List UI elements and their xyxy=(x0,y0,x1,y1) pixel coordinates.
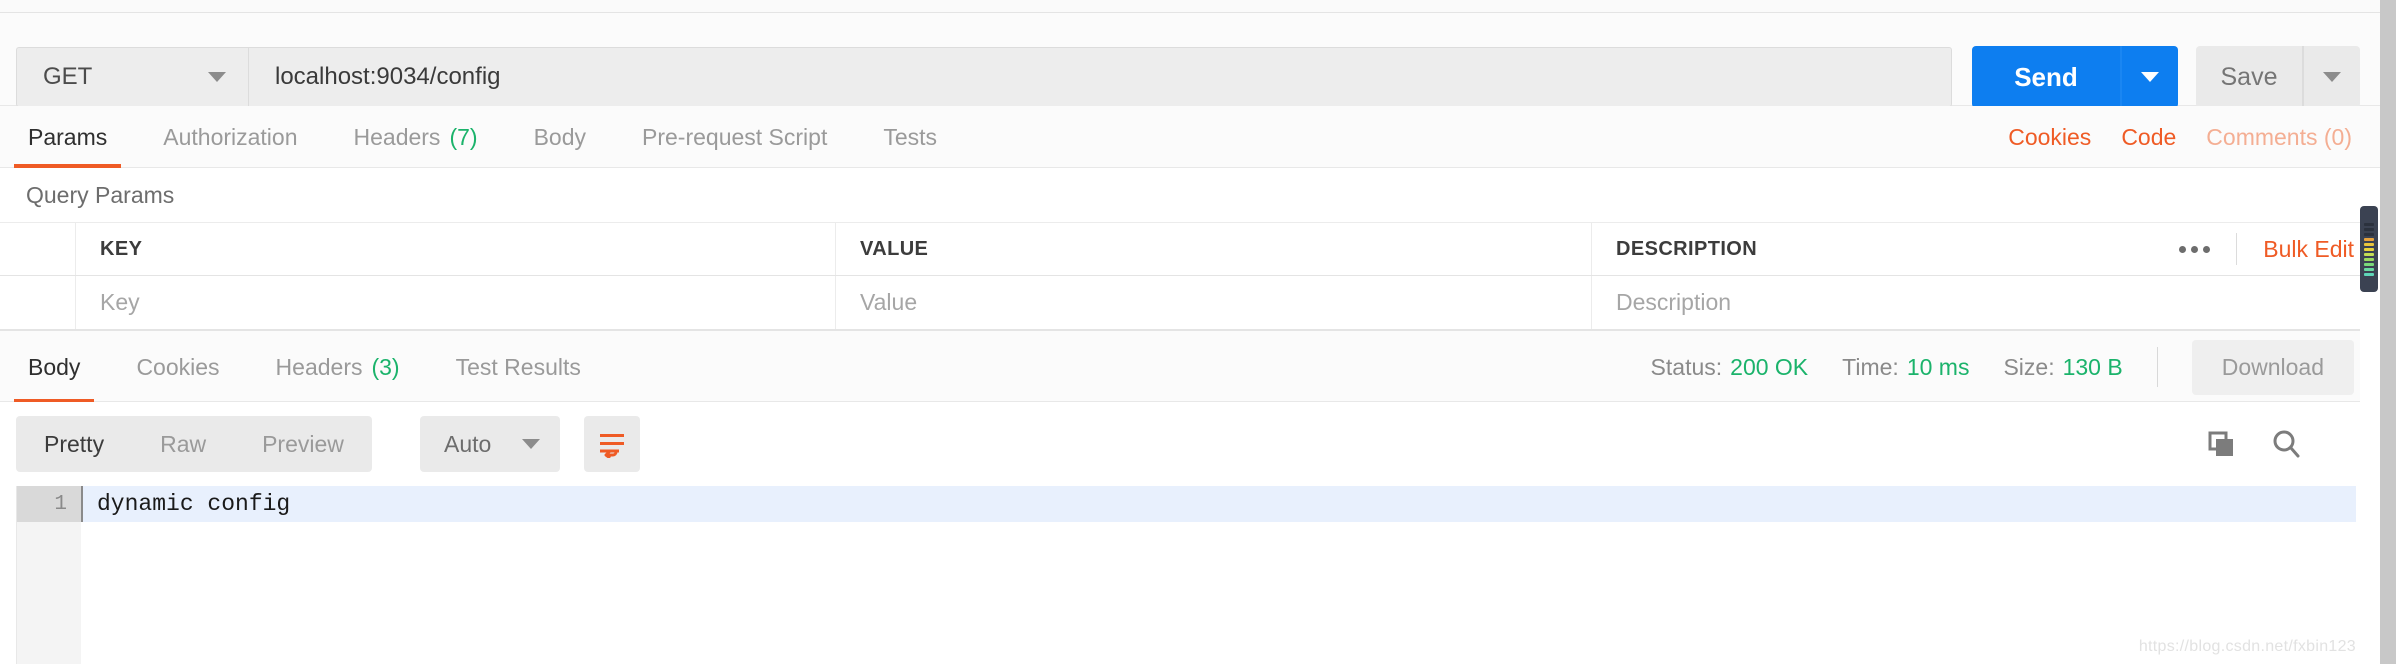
response-tab-bar: Body Cookies Headers (3) Test Results St… xyxy=(0,330,2380,403)
code-line: dynamic config xyxy=(81,486,2356,522)
divider xyxy=(2156,347,2158,387)
http-method-selector[interactable]: GET xyxy=(16,47,248,107)
view-mode-raw[interactable]: Raw xyxy=(132,416,234,472)
tab-headers[interactable]: Headers (7) xyxy=(326,106,506,168)
tab-count-badge: (3) xyxy=(371,353,400,380)
response-tab-headers[interactable]: Headers (3) xyxy=(248,331,428,403)
query-params-table-header: KEY VALUE DESCRIPTION Bulk Edit xyxy=(0,222,2380,276)
request-tab-actions: Cookies Code Comments (0) xyxy=(2008,106,2352,168)
wrap-lines-icon xyxy=(600,434,624,458)
response-tab-cookies[interactable]: Cookies xyxy=(108,331,247,403)
response-tab-body[interactable]: Body xyxy=(0,331,108,403)
tab-count-badge: (7) xyxy=(449,123,478,150)
http-method-label: GET xyxy=(43,63,93,90)
response-tab-test-results[interactable]: Test Results xyxy=(428,331,609,403)
param-key-input[interactable]: Key xyxy=(76,276,836,329)
view-mode-pretty[interactable]: Pretty xyxy=(16,416,132,472)
response-tab-list: Body Cookies Headers (3) Test Results xyxy=(0,331,609,403)
send-button[interactable]: Send xyxy=(1972,46,2120,108)
request-tab-bar: Params Authorization Headers (7) Body Pr… xyxy=(0,106,2380,168)
tab-tests[interactable]: Tests xyxy=(855,106,965,168)
code-link[interactable]: Code xyxy=(2121,124,2176,151)
response-meta: Status: 200 OK Time: 10 ms Size: 130 B Down… xyxy=(1651,331,2354,403)
tab-label: Headers xyxy=(353,123,441,150)
line-number: 1 xyxy=(17,486,81,522)
line-number-gutter: 1 xyxy=(17,486,81,664)
view-mode-preview[interactable]: Preview xyxy=(234,416,372,472)
column-label: VALUE xyxy=(860,237,929,260)
format-selector[interactable]: Auto xyxy=(420,416,560,472)
chevron-down-icon xyxy=(2141,72,2159,82)
column-header-key: KEY xyxy=(76,223,836,275)
param-value-placeholder: Value xyxy=(860,289,918,315)
size-badge: Size: 130 B xyxy=(2003,354,2122,381)
params-scrollbar-thumb[interactable] xyxy=(2360,206,2378,292)
tab-label: Params xyxy=(28,123,108,150)
tab-label: Body xyxy=(28,353,81,380)
column-label: KEY xyxy=(100,237,143,260)
param-description-input[interactable]: Description xyxy=(1592,276,2380,329)
postman-window: GET localhost:9034/config Send Save Para… xyxy=(0,0,2396,664)
table-header-tools: Bulk Edit xyxy=(2153,223,2354,275)
tab-label: Tests xyxy=(883,123,938,150)
ellipsis-icon[interactable] xyxy=(2153,233,2238,265)
cookies-link[interactable]: Cookies xyxy=(2008,124,2091,151)
chevron-down-icon xyxy=(2323,72,2341,82)
status-value: 200 OK xyxy=(1730,353,1809,380)
row-checkbox-cell[interactable] xyxy=(0,276,76,329)
column-header-description: DESCRIPTION Bulk Edit xyxy=(1592,223,2380,275)
watermark: https://blog.csdn.net/fxbin123 xyxy=(2138,638,2356,655)
wrap-lines-button[interactable] xyxy=(584,416,640,472)
response-body-toolbar: Pretty Raw Preview Auto xyxy=(0,402,2380,486)
format-label: Auto xyxy=(444,430,492,457)
search-icon xyxy=(2273,430,2300,458)
url-input[interactable]: localhost:9034/config xyxy=(248,47,1952,107)
status-badge: Status: 200 OK xyxy=(1651,354,1809,381)
bulk-edit-button[interactable]: Bulk Edit xyxy=(2237,236,2354,263)
size-label: Size: xyxy=(2003,353,2055,380)
chevron-down-icon xyxy=(522,439,540,449)
response-body-editor[interactable]: 1 dynamic config xyxy=(16,486,2356,664)
copy-icon xyxy=(2208,431,2233,456)
tab-authorization[interactable]: Authorization xyxy=(135,106,325,168)
tab-label: Body xyxy=(533,123,586,150)
column-header-value: VALUE xyxy=(836,223,1592,275)
save-options-button[interactable] xyxy=(2302,46,2360,108)
window-scrollbar[interactable] xyxy=(2380,0,2396,664)
tab-params[interactable]: Params xyxy=(0,106,135,168)
time-badge: Time: 10 ms xyxy=(1842,354,1969,381)
column-label: DESCRIPTION xyxy=(1616,237,1758,260)
response-body-actions xyxy=(2206,416,2302,472)
param-key-placeholder: Key xyxy=(100,289,140,315)
view-mode-group: Pretty Raw Preview xyxy=(16,416,372,472)
tab-label: Headers xyxy=(275,353,363,380)
chevron-down-icon xyxy=(208,72,226,82)
tab-label: Authorization xyxy=(163,123,298,150)
tab-pre-request-script[interactable]: Pre-request Script xyxy=(614,106,855,168)
save-button[interactable]: Save xyxy=(2196,46,2302,108)
tab-body[interactable]: Body xyxy=(506,106,614,168)
download-button[interactable]: Download xyxy=(2191,339,2354,395)
copy-button[interactable] xyxy=(2206,429,2236,459)
table-row: Key Value Description xyxy=(0,276,2380,330)
comments-link[interactable]: Comments (0) xyxy=(2206,124,2352,151)
param-description-placeholder: Description xyxy=(1616,289,1732,315)
request-tab-list: Params Authorization Headers (7) Body Pr… xyxy=(0,106,965,168)
tab-label: Test Results xyxy=(455,353,581,380)
query-params-title: Query Params xyxy=(0,168,2380,222)
send-options-button[interactable] xyxy=(2120,46,2178,108)
select-all-cell xyxy=(0,223,76,275)
time-value: 10 ms xyxy=(1906,353,1970,380)
tab-label: Pre-request Script xyxy=(642,123,828,150)
search-button[interactable] xyxy=(2270,428,2302,460)
tab-label: Cookies xyxy=(136,353,220,380)
param-value-input[interactable]: Value xyxy=(836,276,1592,329)
request-url-row: GET localhost:9034/config Send Save xyxy=(0,13,2380,108)
size-value: 130 B xyxy=(2062,353,2123,380)
status-label: Status: xyxy=(1650,353,1723,380)
top-strip xyxy=(0,0,2380,13)
time-label: Time: xyxy=(1842,353,1899,380)
